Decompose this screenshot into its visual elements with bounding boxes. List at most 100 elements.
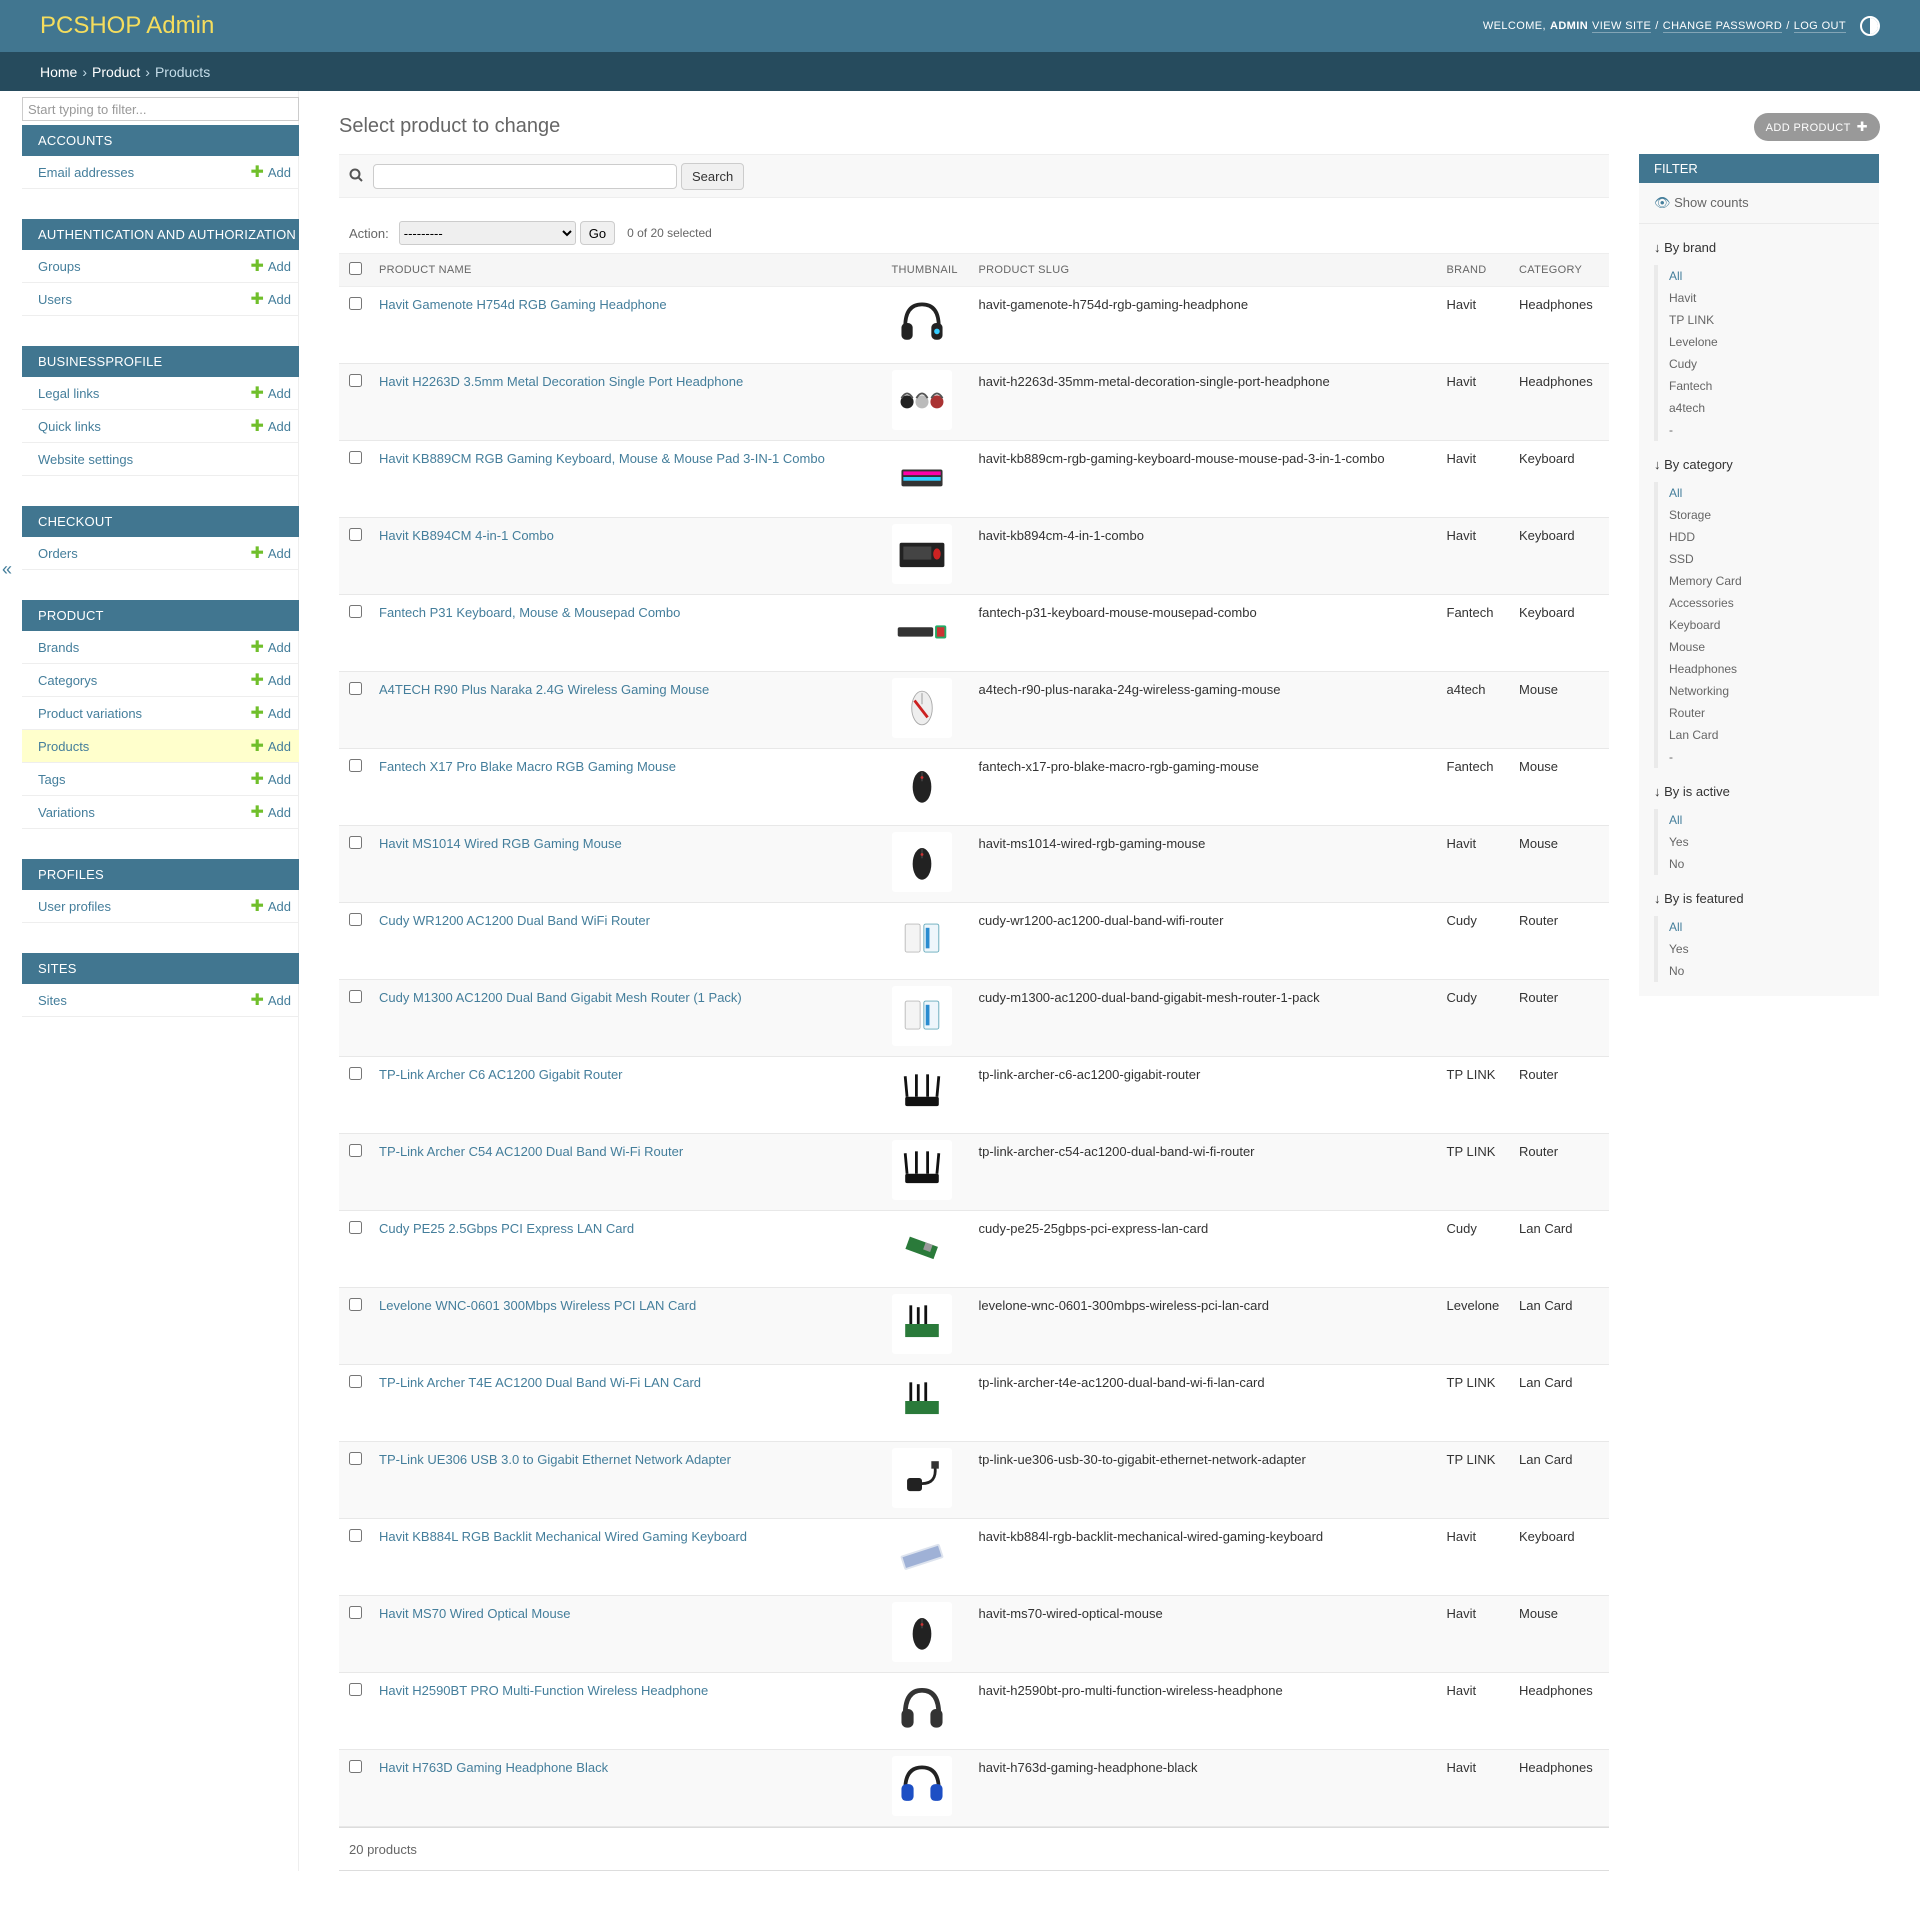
filter-option-link[interactable]: All xyxy=(1669,486,1682,500)
collapse-sidebar-icon[interactable]: « xyxy=(2,559,12,580)
sidebar-add-link[interactable]: ✚ Add xyxy=(250,543,291,563)
nav-filter-input[interactable] xyxy=(22,97,299,121)
product-name-link[interactable]: Havit H2590BT PRO Multi-Function Wireles… xyxy=(379,1683,708,1698)
sidebar-model-link[interactable]: Groups xyxy=(38,259,81,274)
product-name-link[interactable]: Cudy PE25 2.5Gbps PCI Express LAN Card xyxy=(379,1221,634,1236)
sidebar-add-link[interactable]: ✚ Add xyxy=(250,383,291,403)
filter-option-link[interactable]: Havit xyxy=(1669,291,1696,305)
row-checkbox[interactable] xyxy=(349,1298,362,1311)
row-checkbox[interactable] xyxy=(349,374,362,387)
product-name-link[interactable]: TP-Link Archer C6 AC1200 Gigabit Router xyxy=(379,1067,623,1082)
sidebar-model-link[interactable]: Users xyxy=(38,292,72,307)
row-checkbox[interactable] xyxy=(349,1067,362,1080)
sidebar-model-link[interactable]: User profiles xyxy=(38,899,111,914)
row-checkbox[interactable] xyxy=(349,682,362,695)
row-checkbox[interactable] xyxy=(349,451,362,464)
app-caption[interactable]: SITES xyxy=(22,953,299,984)
select-all-checkbox[interactable] xyxy=(349,262,362,275)
product-name-link[interactable]: TP-Link Archer C54 AC1200 Dual Band Wi-F… xyxy=(379,1144,683,1159)
sidebar-model-link[interactable]: Brands xyxy=(38,640,79,655)
product-name-link[interactable]: Fantech X17 Pro Blake Macro RGB Gaming M… xyxy=(379,759,676,774)
sidebar-add-link[interactable]: ✚ Add xyxy=(250,416,291,436)
sidebar-model-link[interactable]: Products xyxy=(38,739,89,754)
filter-option-link[interactable]: Headphones xyxy=(1669,662,1737,676)
row-checkbox[interactable] xyxy=(349,1452,362,1465)
row-checkbox[interactable] xyxy=(349,605,362,618)
product-name-link[interactable]: Havit KB884L RGB Backlit Mechanical Wire… xyxy=(379,1529,747,1544)
row-checkbox[interactable] xyxy=(349,836,362,849)
sidebar-add-link[interactable]: ✚ Add xyxy=(250,990,291,1010)
filter-option-link[interactable]: No xyxy=(1669,857,1684,871)
sidebar-model-link[interactable]: Product variations xyxy=(38,706,142,721)
sidebar-model-link[interactable]: Legal links xyxy=(38,386,99,401)
app-caption[interactable]: PRODUCT xyxy=(22,600,299,631)
theme-toggle-icon[interactable] xyxy=(1860,16,1880,36)
filter-option-link[interactable]: Levelone xyxy=(1669,335,1718,349)
product-name-link[interactable]: Cudy WR1200 AC1200 Dual Band WiFi Router xyxy=(379,913,650,928)
row-checkbox[interactable] xyxy=(349,1529,362,1542)
sidebar-model-link[interactable]: Email addresses xyxy=(38,165,134,180)
go-button[interactable]: Go xyxy=(579,221,616,245)
product-name-link[interactable]: Havit Gamenote H754d RGB Gaming Headphon… xyxy=(379,297,667,312)
row-checkbox[interactable] xyxy=(349,913,362,926)
filter-option-link[interactable]: Lan Card xyxy=(1669,728,1718,742)
filter-option-link[interactable]: Fantech xyxy=(1669,379,1712,393)
app-caption[interactable]: AUTHENTICATION AND AUTHORIZATION xyxy=(22,219,299,250)
action-select[interactable]: --------- xyxy=(398,221,576,245)
sidebar-model-link[interactable]: Quick links xyxy=(38,419,101,434)
filter-option-link[interactable]: TP LINK xyxy=(1669,313,1714,327)
row-checkbox[interactable] xyxy=(349,1144,362,1157)
filter-option-link[interactable]: Memory Card xyxy=(1669,574,1742,588)
sidebar-add-link[interactable]: ✚ Add xyxy=(250,703,291,723)
sidebar-add-link[interactable]: ✚ Add xyxy=(250,670,291,690)
row-checkbox[interactable] xyxy=(349,1375,362,1388)
breadcrumb-app[interactable]: Product xyxy=(92,64,140,80)
filter-option-link[interactable]: Yes xyxy=(1669,942,1689,956)
site-brand[interactable]: PCSHOP Admin xyxy=(40,12,214,40)
product-name-link[interactable]: Havit H2263D 3.5mm Metal Decoration Sing… xyxy=(379,374,743,389)
sidebar-add-link[interactable]: ✚ Add xyxy=(250,769,291,789)
filter-option-link[interactable]: Accessories xyxy=(1669,596,1734,610)
filter-option-link[interactable]: HDD xyxy=(1669,530,1695,544)
sidebar-add-link[interactable]: ✚ Add xyxy=(250,736,291,756)
breadcrumb-home[interactable]: Home xyxy=(40,64,77,80)
product-name-link[interactable]: Cudy M1300 AC1200 Dual Band Gigabit Mesh… xyxy=(379,990,742,1005)
filter-option-link[interactable]: Mouse xyxy=(1669,640,1705,654)
filter-option-link[interactable]: Router xyxy=(1669,706,1705,720)
row-checkbox[interactable] xyxy=(349,1683,362,1696)
show-counts-label[interactable]: Show counts xyxy=(1674,195,1748,210)
filter-option-link[interactable]: Keyboard xyxy=(1669,618,1720,632)
sidebar-add-link[interactable]: ✚ Add xyxy=(250,256,291,276)
product-name-link[interactable]: Fantech P31 Keyboard, Mouse & Mousepad C… xyxy=(379,605,680,620)
app-caption[interactable]: ACCOUNTS xyxy=(22,125,299,156)
column-header-product-slug[interactable]: PRODUCT SLUG xyxy=(972,253,1441,287)
search-button[interactable]: Search xyxy=(681,162,745,190)
product-name-link[interactable]: TP-Link UE306 USB 3.0 to Gigabit Etherne… xyxy=(379,1452,731,1467)
product-name-link[interactable]: Havit MS70 Wired Optical Mouse xyxy=(379,1606,570,1621)
row-checkbox[interactable] xyxy=(349,1760,362,1773)
filter-option-link[interactable]: Yes xyxy=(1669,835,1689,849)
filter-option-link[interactable]: a4tech xyxy=(1669,401,1705,415)
filter-option-link[interactable]: All xyxy=(1669,269,1682,283)
sidebar-model-link[interactable]: Tags xyxy=(38,772,65,787)
row-checkbox[interactable] xyxy=(349,1221,362,1234)
product-name-link[interactable]: Levelone WNC-0601 300Mbps Wireless PCI L… xyxy=(379,1298,696,1313)
row-checkbox[interactable] xyxy=(349,990,362,1003)
row-checkbox[interactable] xyxy=(349,759,362,772)
sidebar-add-link[interactable]: ✚ Add xyxy=(250,162,291,182)
column-header-category[interactable]: CATEGORY xyxy=(1513,253,1609,287)
filter-option-link[interactable]: Networking xyxy=(1669,684,1729,698)
row-checkbox[interactable] xyxy=(349,297,362,310)
app-caption[interactable]: PROFILES xyxy=(22,859,299,890)
product-name-link[interactable]: Havit H763D Gaming Headphone Black xyxy=(379,1760,608,1775)
product-name-link[interactable]: Havit KB889CM RGB Gaming Keyboard, Mouse… xyxy=(379,451,825,466)
sidebar-model-link[interactable]: Variations xyxy=(38,805,95,820)
sidebar-model-link[interactable]: Sites xyxy=(38,993,67,1008)
filter-option-link[interactable]: - xyxy=(1669,423,1673,437)
sidebar-model-link[interactable]: Website settings xyxy=(38,452,133,467)
search-input[interactable] xyxy=(373,163,677,189)
filter-option-link[interactable]: Storage xyxy=(1669,508,1711,522)
sidebar-model-link[interactable]: Categorys xyxy=(38,673,97,688)
sidebar-model-link[interactable]: Orders xyxy=(38,546,78,561)
view-site-link[interactable]: VIEW SITE xyxy=(1592,20,1652,33)
